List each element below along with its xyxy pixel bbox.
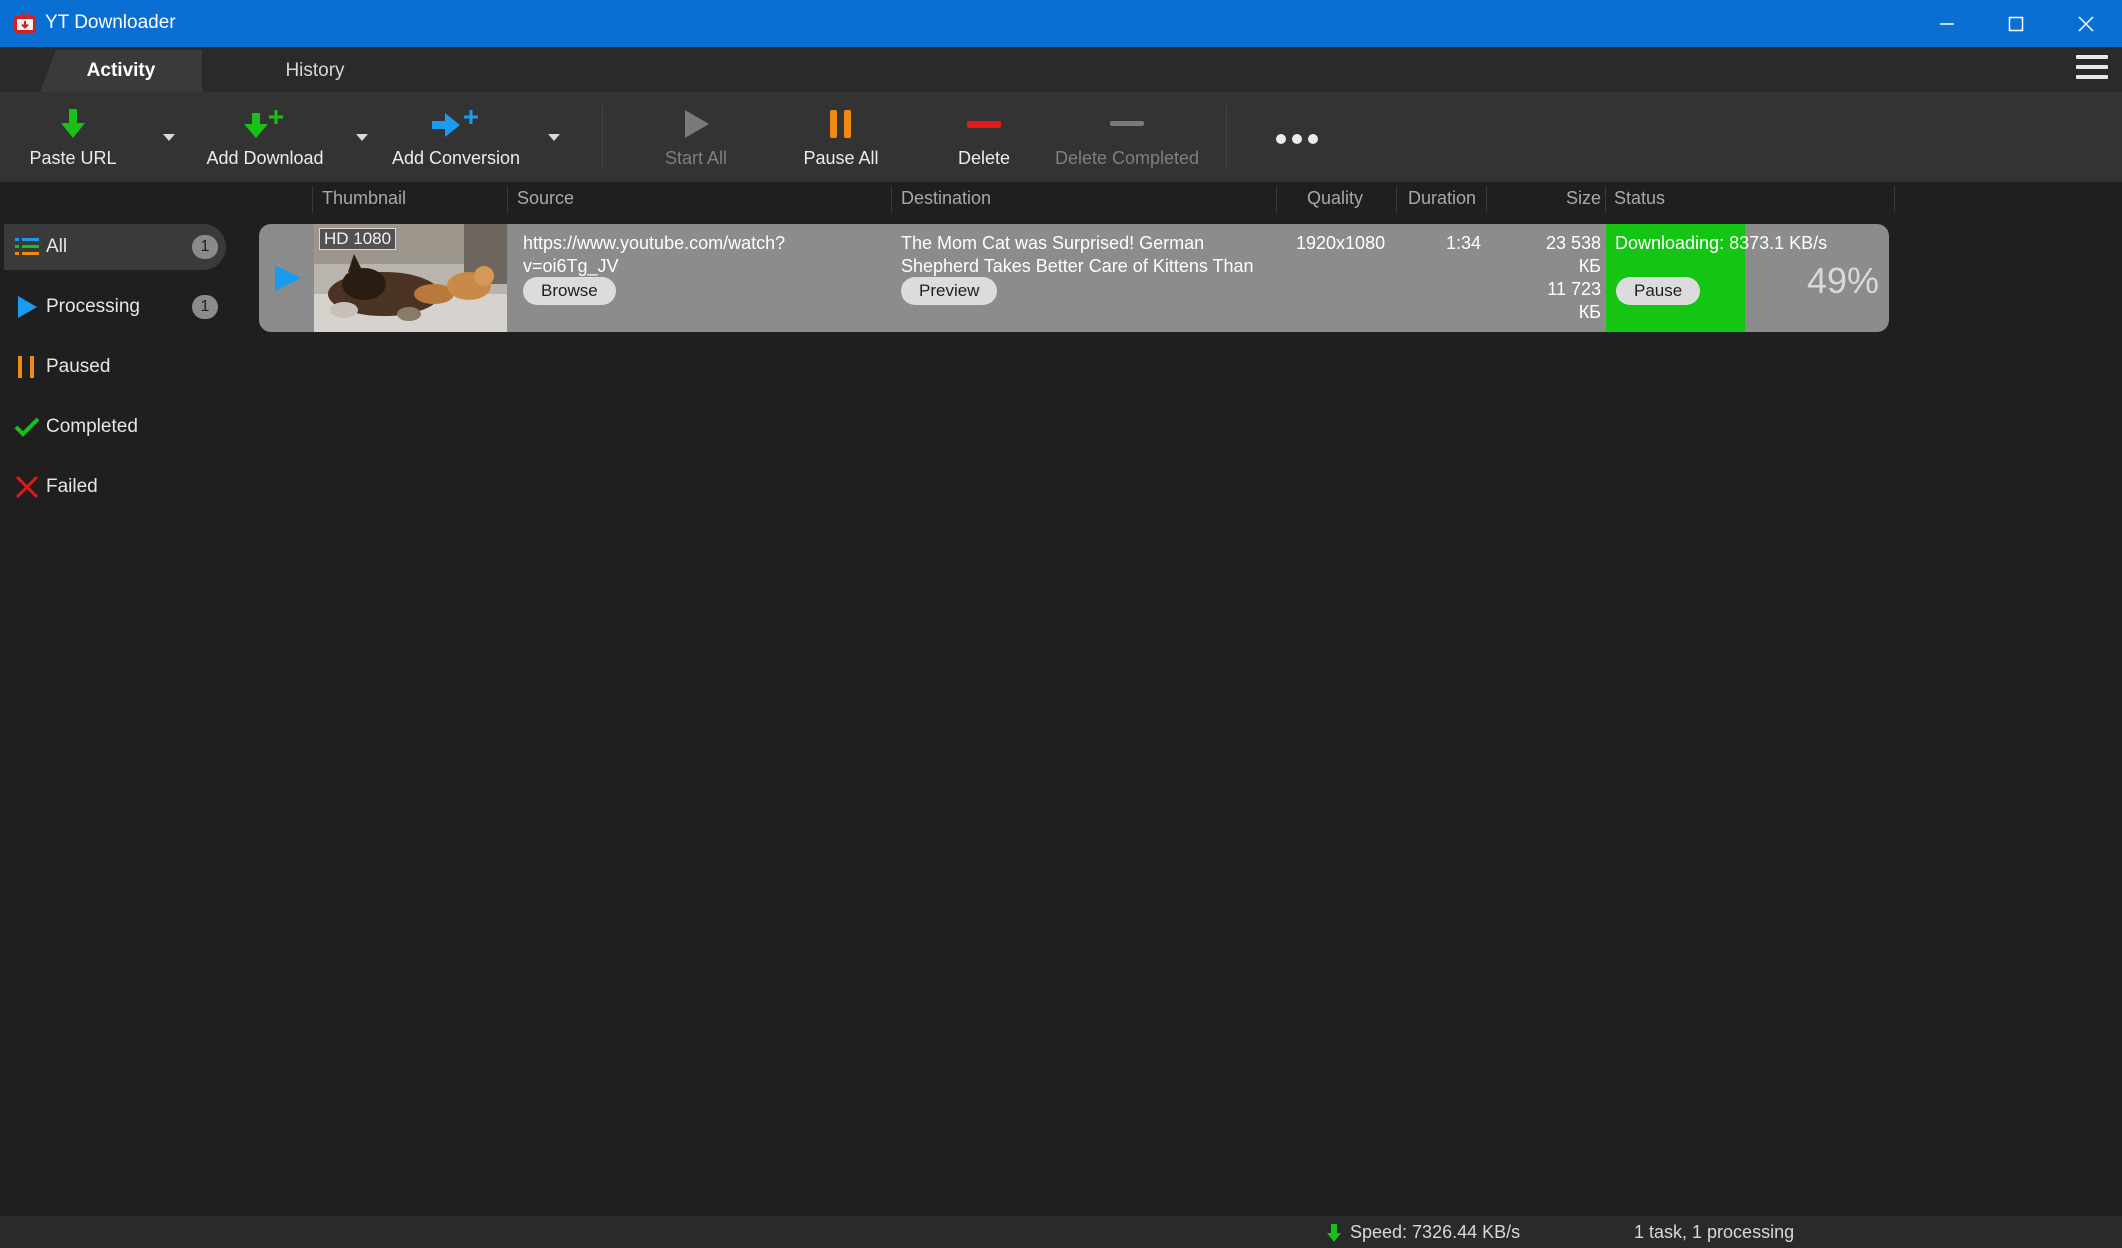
status-bar: Speed: 7326.44 KB/s 1 task, 1 processing [0, 1216, 2122, 1248]
quality-badge: HD 1080 [319, 228, 397, 250]
pause-icon [830, 110, 851, 138]
maximize-button[interactable] [1981, 0, 2051, 47]
close-button[interactable] [2051, 0, 2121, 47]
quality-value: 1920x1080 [1296, 233, 1386, 253]
add-conversion-icon [432, 110, 478, 137]
size-value: 23 538 КБ 11 723 КБ [1545, 233, 1601, 322]
col-quality[interactable]: Quality [1307, 188, 1363, 209]
toolbar-separator [1226, 106, 1227, 170]
add-download-dropdown-icon[interactable] [354, 130, 370, 144]
count-badge: 1 [192, 295, 218, 319]
delete-completed-button[interactable]: Delete Completed [1052, 92, 1202, 182]
minus-icon [1110, 121, 1144, 126]
play-icon[interactable] [271, 262, 303, 294]
x-icon [15, 475, 39, 499]
app-logo-icon [14, 12, 36, 33]
play-icon [18, 296, 37, 318]
minimize-icon [1940, 22, 1954, 25]
tab-activity[interactable]: Activity [40, 50, 202, 92]
column-header: Thumbnail Source Destination Quality Dur… [0, 182, 2122, 216]
add-conversion-dropdown-icon[interactable] [546, 130, 562, 144]
check-icon [14, 417, 40, 437]
toolbar: Paste URL Add Download Add Conversion St… [0, 92, 2122, 182]
sidebar: All 1 Processing 1 Paused Completed Fail… [0, 216, 240, 1216]
speed-text: Speed: 7326.44 KB/s [1350, 1222, 1521, 1242]
maximize-icon [2008, 16, 2024, 31]
pause-button[interactable]: Pause [1616, 277, 1701, 305]
add-download-icon [244, 110, 283, 138]
pause-all-button[interactable]: Pause All [794, 92, 888, 182]
sidebar-item-completed[interactable]: Completed [4, 404, 226, 450]
list-icon [15, 238, 39, 255]
paste-url-dropdown-icon[interactable] [161, 130, 177, 144]
close-icon [2078, 15, 2094, 32]
add-download-button[interactable]: Add Download [200, 92, 330, 182]
download-row[interactable]: HD 1080 https://www.youtube.com/watch?v=… [259, 224, 1889, 332]
col-thumbnail[interactable]: Thumbnail [322, 188, 406, 209]
delete-button[interactable]: Delete [942, 92, 1026, 182]
add-conversion-button[interactable]: Add Conversion [388, 92, 524, 182]
more-options-icon[interactable] [1274, 132, 1320, 146]
menu-icon[interactable] [2076, 55, 2108, 87]
minus-icon [967, 121, 1001, 128]
minimize-button[interactable] [1912, 0, 1982, 47]
duration-value: 1:34 [1446, 233, 1482, 253]
col-destination[interactable]: Destination [901, 188, 991, 209]
pause-icon [18, 356, 34, 378]
sidebar-item-all[interactable]: All 1 [4, 224, 226, 270]
col-status[interactable]: Status [1614, 188, 1665, 209]
download-arrow-icon [1327, 1224, 1341, 1242]
download-arrow-icon [61, 109, 85, 138]
progress-percent: 49% [1807, 260, 1880, 301]
browse-button[interactable]: Browse [523, 277, 616, 305]
toolbar-separator [602, 106, 603, 170]
title-bar: YT Downloader [0, 0, 2122, 47]
count-badge: 1 [192, 235, 218, 259]
preview-button[interactable]: Preview [901, 277, 998, 305]
col-duration[interactable]: Duration [1408, 188, 1476, 209]
window-title: YT Downloader [45, 12, 176, 33]
video-thumbnail[interactable]: HD 1080 [314, 224, 507, 332]
paste-url-button[interactable]: Paste URL [20, 92, 126, 182]
start-all-button[interactable]: Start All [650, 92, 742, 182]
tab-history[interactable]: History [230, 50, 400, 92]
tab-bar: Activity History [0, 47, 2122, 92]
col-size[interactable]: Size [1566, 188, 1601, 209]
sidebar-item-paused[interactable]: Paused [4, 344, 226, 390]
col-source[interactable]: Source [517, 188, 574, 209]
sidebar-item-failed[interactable]: Failed [4, 464, 226, 510]
sidebar-item-processing[interactable]: Processing 1 [4, 284, 226, 330]
tasks-text: 1 task, 1 processing [1634, 1222, 1795, 1242]
status-text: Downloading: 8373.1 KB/s [1615, 233, 1828, 253]
play-icon [685, 110, 709, 138]
